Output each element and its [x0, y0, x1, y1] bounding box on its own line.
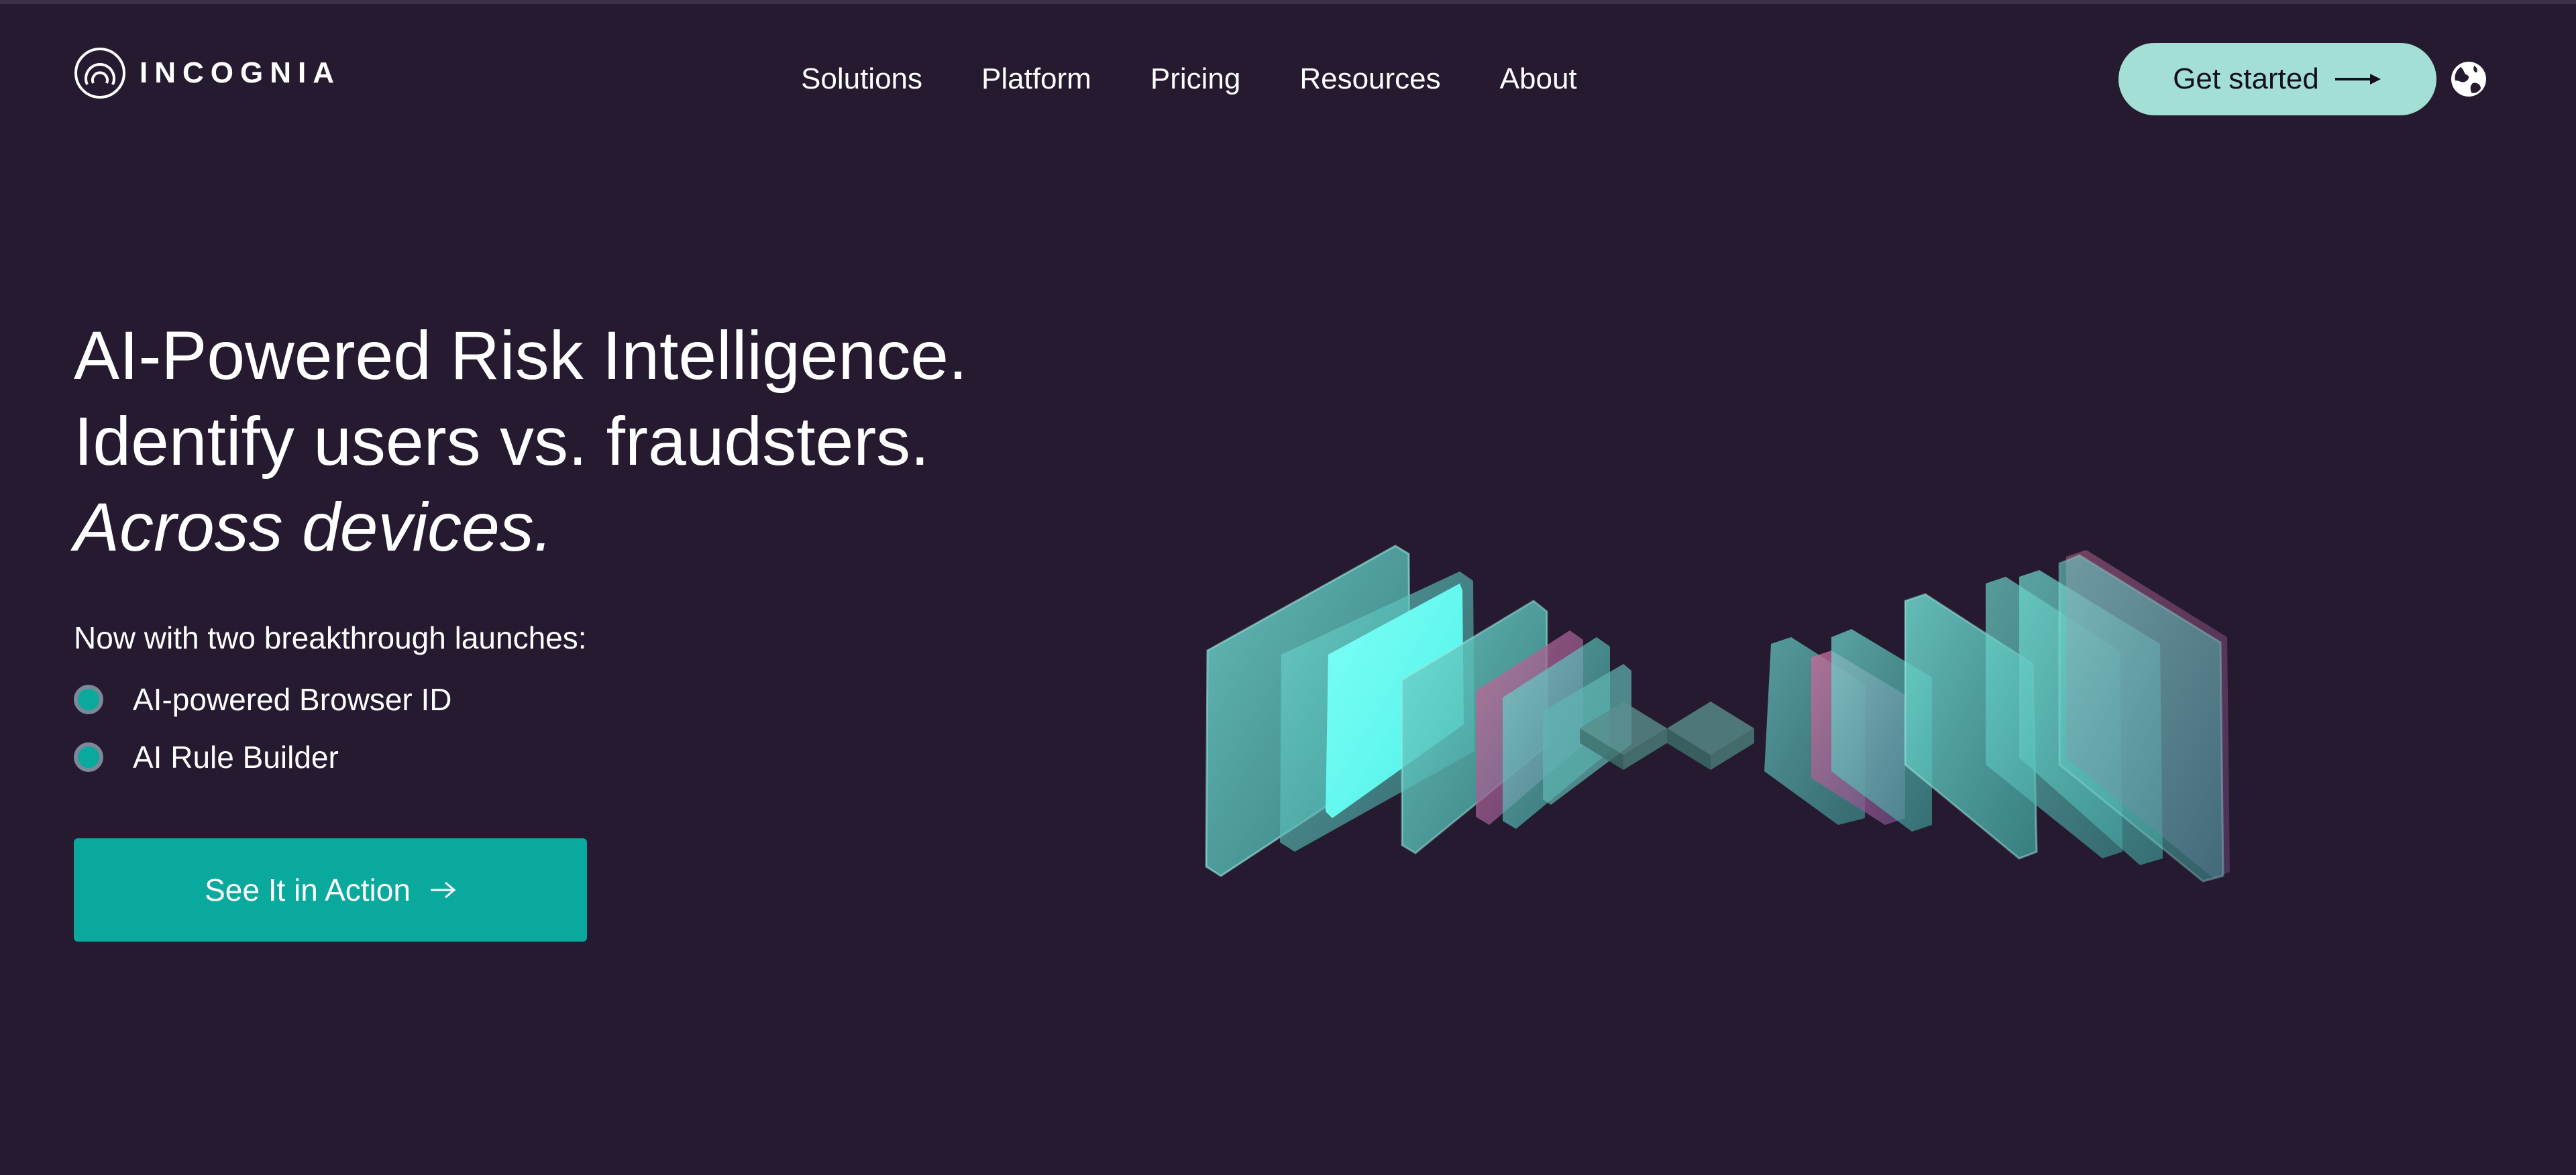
- hero-illustration: [1194, 537, 2415, 899]
- hero-line-3: Across devices.: [74, 489, 553, 565]
- launch-item: AI-powered Browser ID: [74, 681, 452, 718]
- top-border: [0, 0, 2576, 4]
- get-started-label: Get started: [2173, 62, 2319, 95]
- launch-intro: Now with two breakthrough launches:: [74, 620, 587, 655]
- page: INCOGNIA Solutions Platform Pricing Reso…: [0, 0, 2576, 1175]
- launch-item-label: AI-powered Browser ID: [133, 682, 452, 717]
- logo[interactable]: INCOGNIA: [74, 47, 341, 99]
- logo-text: INCOGNIA: [140, 56, 341, 89]
- nav-resources[interactable]: Resources: [1299, 62, 1440, 96]
- launch-item: AI Rule Builder: [74, 739, 339, 775]
- nav-pricing[interactable]: Pricing: [1150, 62, 1241, 96]
- arrow-right-icon: [430, 881, 456, 899]
- main-nav: Solutions Platform Pricing Resources Abo…: [801, 59, 1577, 99]
- glass-panels-illustration: [1205, 545, 2230, 883]
- arrow-right-long-icon: [2334, 74, 2381, 85]
- globe-icon: [2451, 62, 2486, 97]
- see-it-in-action-label: See It in Action: [205, 873, 411, 907]
- launch-item-label: AI Rule Builder: [133, 740, 339, 775]
- bullet-dot-icon: [74, 685, 103, 714]
- nav-about[interactable]: About: [1500, 62, 1577, 96]
- hero-line-2: Identify users vs. fraudsters.: [74, 403, 930, 480]
- nav-solutions[interactable]: Solutions: [801, 62, 922, 96]
- get-started-button[interactable]: Get started: [2118, 43, 2436, 115]
- nav-platform[interactable]: Platform: [981, 62, 1091, 96]
- hero-headline: AI-Powered Risk Intelligence. Identify u…: [74, 313, 967, 570]
- see-it-in-action-button[interactable]: See It in Action: [74, 838, 587, 942]
- hero-line-1: AI-Powered Risk Intelligence.: [74, 317, 968, 394]
- language-selector[interactable]: [2450, 60, 2487, 98]
- bullet-dot-icon: [74, 742, 103, 772]
- logo-icon: [74, 48, 125, 99]
